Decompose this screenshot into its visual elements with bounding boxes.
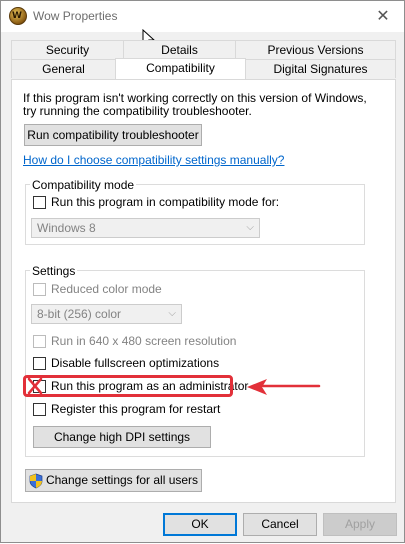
register-restart-checkbox[interactable] (33, 402, 46, 416)
change-all-users-button[interactable]: Change settings for all users (25, 469, 202, 492)
run-640-label: Run in 640 x 480 screen resolution (51, 334, 237, 348)
red-x-mark-icon (27, 377, 43, 395)
register-restart-row[interactable]: Register this program for restart (33, 401, 220, 417)
disable-fullscreen-checkbox[interactable] (33, 356, 46, 370)
intro-text-line1: If this program isn't working correctly … (23, 91, 367, 105)
reduced-color-checkbox (33, 282, 46, 296)
disable-fullscreen-row[interactable]: Disable fullscreen optimizations (33, 355, 219, 371)
reduced-color-row: Reduced color mode (33, 281, 162, 297)
run-troubleshooter-button[interactable]: Run compatibility troubleshooter (24, 124, 202, 146)
run-as-admin-label: Run this program as an administrator (51, 379, 249, 393)
chevron-down-icon: ⌵ (246, 222, 254, 233)
color-depth-value: 8-bit (256) color (37, 307, 122, 321)
settings-group-label: Settings (30, 264, 78, 278)
apply-button: Apply (323, 513, 397, 536)
change-all-users-label: Change settings for all users (45, 473, 199, 487)
change-dpi-button[interactable]: Change high DPI settings (33, 426, 211, 448)
chevron-down-icon: ⌵ (168, 308, 176, 319)
compatibility-mode-label: Compatibility mode (30, 178, 137, 192)
run-640-row: Run in 640 x 480 screen resolution (33, 333, 236, 349)
reduced-color-label: Reduced color mode (51, 282, 162, 296)
os-version-value: Windows 8 (37, 221, 96, 235)
compatibility-mode-checkbox-label: Run this program in compatibility mode f… (51, 195, 280, 209)
ok-button[interactable]: OK (163, 513, 237, 536)
run-640-checkbox (33, 334, 46, 348)
manual-settings-link[interactable]: How do I choose compatibility settings m… (23, 153, 284, 167)
shield-icon (29, 473, 43, 488)
compatibility-mode-checkbox[interactable] (33, 195, 46, 209)
intro-text-line2: try running the compatibility troublesho… (23, 104, 252, 118)
properties-dialog: W Wow Properties ✕ Security Details Prev… (0, 0, 405, 543)
color-depth-select: 8-bit (256) color ⌵ (31, 304, 182, 324)
register-restart-label: Register this program for restart (51, 402, 221, 416)
cancel-button[interactable]: Cancel (243, 513, 317, 536)
disable-fullscreen-label: Disable fullscreen optimizations (51, 356, 220, 370)
red-arrow-icon (247, 379, 321, 395)
run-as-admin-row[interactable]: Run this program as an administrator (33, 378, 248, 394)
os-version-select: Windows 8 ⌵ (31, 218, 260, 238)
compatibility-mode-checkbox-row[interactable]: Run this program in compatibility mode f… (33, 194, 279, 210)
